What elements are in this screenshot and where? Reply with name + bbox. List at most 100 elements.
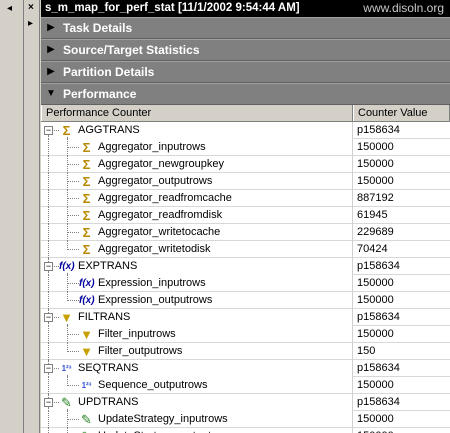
collapse-toggle[interactable]: − bbox=[44, 313, 53, 322]
grid-row[interactable]: Σ Aggregator_outputrows 150000 bbox=[41, 173, 450, 190]
counter-label: AGGTRANS bbox=[78, 124, 140, 136]
dock-right-arrow-icon[interactable]: ▸ bbox=[28, 19, 33, 29]
column-header-counter[interactable]: Performance Counter bbox=[41, 105, 353, 121]
counter-cell: Σ Aggregator_newgroupkey bbox=[41, 156, 353, 173]
grid-group-row[interactable]: − ▼ FILTRANS p158634 bbox=[41, 309, 450, 326]
counter-label: SEQTRANS bbox=[78, 362, 139, 374]
counter-cell: ▼ Filter_inputrows bbox=[41, 326, 353, 343]
counter-cell: ✎ UpdateStrategy_outputrows bbox=[41, 428, 353, 433]
section-label: Source/Target Statistics bbox=[63, 43, 200, 57]
section-label: Task Details bbox=[63, 21, 133, 35]
counter-cell: Σ Aggregator_readfromcache bbox=[41, 190, 353, 207]
section-label: Performance bbox=[63, 87, 137, 101]
grid-group-row[interactable]: − Σ AGGTRANS p158634 bbox=[41, 122, 450, 139]
counter-cell: − f(x) EXPTRANS bbox=[41, 258, 353, 275]
counter-label: Aggregator_inputrows bbox=[98, 141, 206, 153]
left-dock-strip: ◂ bbox=[0, 0, 24, 433]
expanded-arrow-icon[interactable]: ▼ bbox=[43, 83, 59, 105]
counter-cell: Σ Aggregator_readfromdisk bbox=[41, 207, 353, 224]
section-partition-details[interactable]: ▶ Partition Details bbox=[41, 61, 450, 83]
grid-row[interactable]: ▼ Filter_inputrows 150000 bbox=[41, 326, 450, 343]
sequence-icon: 1²³ bbox=[81, 381, 92, 390]
update-strategy-icon: ✎ bbox=[81, 412, 92, 427]
grid-row[interactable]: f(x) Expression_inputrows 150000 bbox=[41, 275, 450, 292]
counter-label: Expression_inputrows bbox=[98, 277, 206, 289]
counter-label: Aggregator_readfromcache bbox=[98, 192, 232, 204]
sigma-icon: Σ bbox=[82, 191, 91, 206]
grid-row[interactable]: Σ Aggregator_writetocache 229689 bbox=[41, 224, 450, 241]
counter-value: 150 bbox=[357, 345, 376, 357]
counter-label: Aggregator_writetocache bbox=[98, 226, 221, 238]
counter-cell: 1²³ Sequence_outputrows bbox=[41, 377, 353, 394]
expression-icon: f(x) bbox=[79, 295, 95, 306]
sigma-icon: Σ bbox=[82, 140, 91, 155]
sequence-icon: 1²³ bbox=[61, 364, 72, 373]
grid-row[interactable]: Σ Aggregator_newgroupkey 150000 bbox=[41, 156, 450, 173]
grid-row[interactable]: Σ Aggregator_readfromcache 887192 bbox=[41, 190, 450, 207]
counter-cell: f(x) Expression_inputrows bbox=[41, 275, 353, 292]
grid-row[interactable]: Σ Aggregator_inputrows 150000 bbox=[41, 139, 450, 156]
counter-cell: ▼ Filter_outputrows bbox=[41, 343, 353, 360]
counter-value: p158634 bbox=[353, 122, 450, 138]
counter-value: 150000 bbox=[357, 294, 394, 306]
sigma-icon: Σ bbox=[82, 242, 91, 257]
counter-value: p158634 bbox=[353, 309, 450, 325]
counter-cell: − Σ AGGTRANS bbox=[41, 122, 353, 139]
grid-row[interactable]: 1²³ Sequence_outputrows 150000 bbox=[41, 377, 450, 394]
counter-label: Sequence_outputrows bbox=[98, 379, 208, 391]
sigma-icon: Σ bbox=[82, 208, 91, 223]
collapsed-arrow-icon[interactable]: ▶ bbox=[43, 61, 59, 83]
collapse-toggle[interactable]: − bbox=[44, 398, 53, 407]
grid-group-row[interactable]: − f(x) EXPTRANS p158634 bbox=[41, 258, 450, 275]
counter-value: 70424 bbox=[357, 243, 388, 255]
close-icon[interactable]: × bbox=[28, 3, 34, 13]
grid-group-row[interactable]: − ✎ UPDTRANS p158634 bbox=[41, 394, 450, 411]
counter-label: Filter_inputrows bbox=[98, 328, 176, 340]
grid-row[interactable]: Σ Aggregator_readfromdisk 61945 bbox=[41, 207, 450, 224]
counter-label: Expression_outputrows bbox=[98, 294, 213, 306]
collapsed-arrow-icon[interactable]: ▶ bbox=[43, 17, 59, 39]
grid-row[interactable]: f(x) Expression_outputrows 150000 bbox=[41, 292, 450, 309]
grid-group-row[interactable]: −1²³ SEQTRANS p158634 bbox=[41, 360, 450, 377]
counter-value: 150000 bbox=[357, 328, 394, 340]
counter-value: 150000 bbox=[353, 428, 450, 433]
counter-value: 150000 bbox=[357, 277, 394, 289]
expression-icon: f(x) bbox=[79, 278, 95, 289]
collapse-toggle[interactable]: − bbox=[44, 364, 53, 373]
counter-label: UpdateStrategy_inputrows bbox=[98, 413, 228, 425]
expression-icon: f(x) bbox=[59, 261, 75, 272]
counter-value: p158634 bbox=[353, 258, 450, 274]
section-task-details[interactable]: ▶ Task Details bbox=[41, 17, 450, 39]
counter-value: 150000 bbox=[357, 141, 394, 153]
counter-value: p158634 bbox=[353, 394, 450, 410]
counter-cell: − ✎ UPDTRANS bbox=[41, 394, 353, 411]
counter-cell: Σ Aggregator_writetocache bbox=[41, 224, 353, 241]
grid-row[interactable]: ✎ UpdateStrategy_outputrows 150000 bbox=[41, 428, 450, 433]
dock-left-arrow-icon[interactable]: ◂ bbox=[7, 4, 12, 14]
counter-cell: f(x) Expression_outputrows bbox=[41, 292, 353, 309]
collapse-toggle[interactable]: − bbox=[44, 262, 53, 271]
counter-value: 150000 bbox=[357, 379, 394, 391]
counter-value: 150000 bbox=[357, 158, 394, 170]
counter-label: Aggregator_outputrows bbox=[98, 175, 213, 187]
section-source-target-statistics[interactable]: ▶ Source/Target Statistics bbox=[41, 39, 450, 61]
update-strategy-icon: ✎ bbox=[61, 395, 72, 410]
counter-cell: Σ Aggregator_writetodisk bbox=[41, 241, 353, 258]
counter-cell: Σ Aggregator_outputrows bbox=[41, 173, 353, 190]
run-properties-panel: s_m_map_for_perf_stat [11/1/2002 9:54:44… bbox=[41, 0, 450, 433]
counter-label: UpdateStrategy_outputrows bbox=[98, 428, 234, 433]
collapse-toggle[interactable]: − bbox=[44, 126, 53, 135]
counter-label: UPDTRANS bbox=[78, 396, 139, 408]
counter-value: 150000 bbox=[357, 413, 394, 425]
grid-row[interactable]: ▼ Filter_outputrows 150 bbox=[41, 343, 450, 360]
counter-label: Aggregator_readfromdisk bbox=[98, 209, 223, 221]
grid-row[interactable]: Σ Aggregator_writetodisk 70424 bbox=[41, 241, 450, 258]
session-title: s_m_map_for_perf_stat [11/1/2002 9:54:44… bbox=[45, 2, 300, 14]
counter-label: Aggregator_newgroupkey bbox=[98, 158, 224, 170]
collapsed-arrow-icon[interactable]: ▶ bbox=[43, 39, 59, 61]
section-performance[interactable]: ▼ Performance bbox=[41, 83, 450, 105]
grid-header: Performance Counter Counter Value bbox=[41, 105, 450, 122]
counter-label: Aggregator_writetodisk bbox=[98, 243, 211, 255]
grid-row[interactable]: ✎ UpdateStrategy_inputrows 150000 bbox=[41, 411, 450, 428]
column-header-value[interactable]: Counter Value bbox=[353, 105, 450, 121]
